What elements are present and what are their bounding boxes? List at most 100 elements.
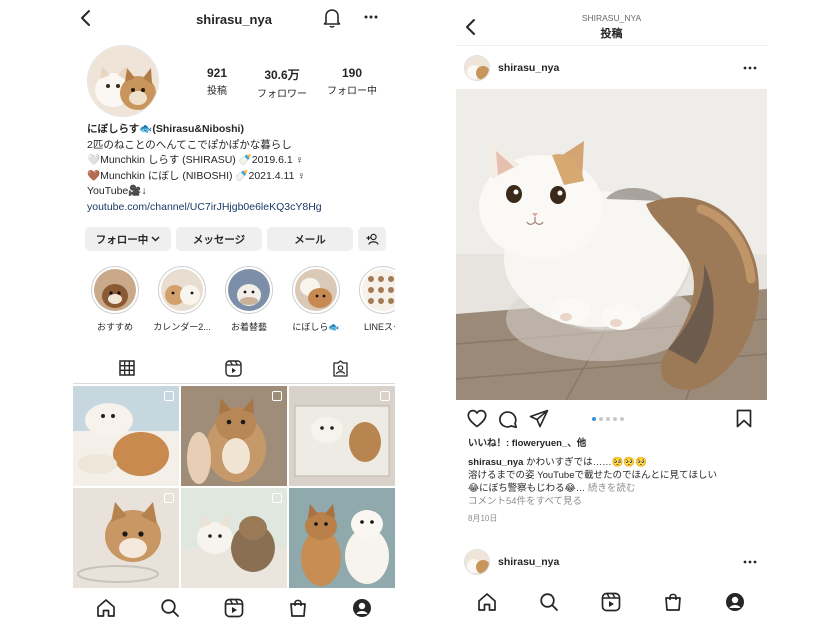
bio-link[interactable]: youtube.com/channel/UC7irJHjgb0e6leKQ3cY… — [87, 200, 387, 216]
highlight-label: おすすめ — [96, 322, 133, 332]
reels-icon — [225, 359, 242, 377]
search-icon[interactable] — [160, 598, 180, 618]
posts-stat[interactable]: 921 投稿 — [191, 66, 243, 100]
bottom-nav — [456, 588, 767, 620]
highlight-item[interactable]: にぼしら🐟 — [286, 266, 346, 333]
highlight-item[interactable]: お着替藝 — [219, 266, 279, 333]
following-button[interactable]: フォロー中 — [85, 227, 171, 251]
post-header: SHIRASU_NYA 投稿 — [456, 10, 767, 46]
caption-text: かわいすぎでは……🥺🥺🥺 — [523, 457, 648, 468]
post-header-username: SHIRASU_NYA — [581, 13, 642, 23]
highlight-item[interactable]: LINEスタ — [353, 266, 395, 333]
bell-icon[interactable] — [323, 8, 341, 28]
multi-photo-icon — [380, 391, 390, 401]
post-username[interactable]: shirasu_nya — [498, 62, 559, 74]
carousel-indicator — [592, 417, 624, 421]
email-button-label: メール — [294, 233, 326, 246]
highlight-label: カレンダー2... — [153, 322, 211, 332]
followers-count: 30.6万 — [264, 68, 300, 82]
message-button[interactable]: メッセージ — [176, 227, 262, 251]
search-icon[interactable] — [539, 592, 559, 612]
post-author: shirasu_nya — [456, 54, 767, 82]
tab-posts-grid[interactable] — [73, 352, 180, 384]
highlight-label: にぼしら🐟 — [292, 322, 340, 332]
next-post-author: shirasu_nya — [456, 548, 767, 576]
likes-text[interactable]: いいね！: floweryuen_、他 — [468, 437, 764, 450]
tagged-icon — [332, 359, 349, 377]
bottom-nav — [73, 594, 395, 626]
more-icon[interactable] — [742, 62, 758, 74]
profile-tabs — [73, 352, 395, 384]
bio-display-name: にぼしらす🐟(Shirasu&Niboshi) — [87, 123, 244, 135]
bio-line: 🤎Munchkin にぼし (NIBOSHI) 🍼2021.4.11 ♀ — [87, 169, 306, 182]
grid-post[interactable] — [289, 488, 395, 588]
shop-icon[interactable] — [663, 592, 683, 612]
grid-post[interactable] — [181, 488, 287, 588]
followers-label: フォロワー — [257, 89, 307, 100]
share-icon[interactable] — [529, 409, 549, 428]
multi-photo-icon — [164, 493, 174, 503]
highlight-label: お着替藝 — [230, 322, 267, 332]
read-more-link[interactable]: 続きを読む — [588, 483, 636, 494]
post-screen: SHIRASU_NYA 投稿 shirasu_nya いいね！: flowery… — [456, 0, 767, 630]
comment-icon[interactable] — [498, 409, 518, 429]
chevron-down-icon — [151, 236, 160, 242]
more-icon[interactable] — [742, 556, 758, 568]
followers-stat[interactable]: 30.6万 フォロワー — [243, 66, 321, 100]
home-icon[interactable] — [477, 592, 497, 612]
highlight-label: LINEスタ — [363, 322, 395, 332]
caption-text: 溶けるまでの姿 YouTubeで載せたのでほんとに見てほしい — [468, 470, 717, 481]
carousel-dot — [592, 417, 596, 421]
bookmark-icon[interactable] — [736, 409, 752, 428]
profile-header: shirasu_nya — [73, 6, 395, 32]
posts-label: 投稿 — [207, 86, 227, 97]
suggest-button[interactable] — [358, 227, 386, 251]
post-header-title: 投稿 — [600, 28, 623, 40]
caption-username[interactable]: shirasu_nya — [468, 457, 523, 468]
profile-stats: 921 投稿 30.6万 フォロワー 190 フォロー中 — [191, 66, 391, 100]
profile-username: shirasu_nya — [196, 12, 272, 27]
bio-line: 2匹のねことのへんてこでぽかぽかな暮らし — [87, 138, 292, 151]
message-button-label: メッセージ — [192, 233, 246, 246]
reels-icon[interactable] — [601, 592, 621, 612]
bio-line: YouTube🎥↓ — [87, 185, 147, 197]
grid-post[interactable] — [73, 386, 179, 486]
grid-post[interactable] — [289, 386, 395, 486]
heart-icon[interactable] — [467, 409, 487, 428]
story-highlights: おすすめ カレンダー2... お着替藝 にぼしら🐟 LINEスタ — [85, 266, 395, 336]
highlight-item[interactable]: おすすめ — [85, 266, 145, 333]
profile-icon[interactable] — [725, 592, 745, 612]
following-button-label: フォロー中 — [95, 233, 149, 246]
tab-tagged[interactable] — [287, 352, 394, 384]
avatar[interactable] — [464, 55, 490, 81]
home-icon[interactable] — [96, 598, 116, 618]
post-username[interactable]: shirasu_nya — [498, 556, 559, 568]
grid-post[interactable] — [73, 488, 179, 588]
following-stat[interactable]: 190 フォロー中 — [321, 66, 383, 100]
shop-icon[interactable] — [288, 598, 308, 618]
post-grid — [73, 386, 395, 588]
post-photo[interactable] — [456, 89, 767, 400]
carousel-dot — [613, 417, 617, 421]
post-actions — [456, 406, 767, 432]
profile-avatar[interactable] — [87, 45, 159, 117]
carousel-dot — [599, 417, 603, 421]
highlight-item[interactable]: カレンダー2... — [152, 266, 212, 333]
more-icon[interactable] — [363, 10, 379, 24]
post-date: 8月10日 — [468, 514, 498, 523]
following-label: フォロー中 — [327, 86, 377, 97]
grid-post[interactable] — [181, 386, 287, 486]
posts-count: 921 — [206, 66, 228, 80]
carousel-dot — [606, 417, 610, 421]
profile-screen: shirasu_nya 921 投稿 30.6万 フォロワー 190 フォロー中… — [73, 0, 395, 630]
reels-icon[interactable] — [224, 598, 244, 618]
multi-photo-icon — [164, 391, 174, 401]
tab-divider — [73, 383, 395, 384]
avatar[interactable] — [464, 549, 490, 575]
email-button[interactable]: メール — [267, 227, 353, 251]
view-comments-link[interactable]: コメント54件をすべて見る — [468, 495, 764, 508]
profile-icon[interactable] — [352, 598, 372, 618]
post-caption: いいね！: floweryuen_、他 shirasu_nya かわいすぎでは…… — [468, 437, 764, 525]
following-count: 190 — [341, 66, 363, 80]
tab-reels[interactable] — [180, 352, 287, 384]
